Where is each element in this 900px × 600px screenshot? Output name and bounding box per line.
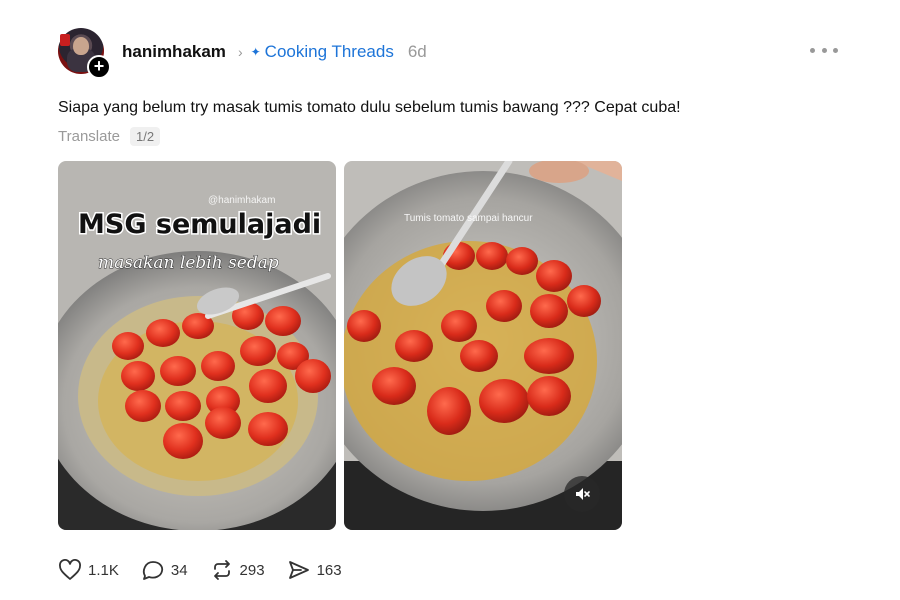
send-icon [288, 561, 309, 579]
media-item-1[interactable]: @hanimhakam MSG semulajadi masakan lebih… [58, 161, 336, 530]
repost-button[interactable]: 293 [210, 559, 265, 581]
follow-plus-icon[interactable]: + [87, 55, 111, 79]
username[interactable]: hanimhakam [122, 42, 226, 62]
like-button[interactable]: 1.1K [58, 559, 119, 581]
media-1-image: @hanimhakam MSG semulajadi masakan lebih… [58, 161, 336, 530]
media-1-title: MSG semulajadi [78, 209, 321, 240]
media-1-handle: @hanimhakam [208, 195, 275, 206]
mute-icon[interactable] [564, 476, 600, 512]
community-icon: ✦ [250, 45, 261, 59]
reply-count: 34 [170, 561, 188, 579]
repost-count: 293 [239, 561, 265, 579]
comment-icon [142, 561, 163, 580]
media-1-subtitle: masakan lebih sedap [98, 253, 279, 273]
media-2-caption: Tumis tomato sampai hancur [404, 213, 533, 224]
avatar-decoration [60, 34, 70, 46]
media-2-image: Tumis tomato sampai hancur [344, 161, 622, 530]
thread-post: + hanimhakam › ✦ Cooking Threads 6d Siap… [0, 0, 900, 600]
post-header: hanimhakam › ✦ Cooking Threads 6d [122, 40, 427, 64]
reply-button[interactable]: 34 [141, 559, 188, 581]
chevron-right-icon: › [237, 44, 243, 60]
post-age: 6d [407, 42, 427, 61]
repost-icon [213, 560, 230, 580]
share-button[interactable]: 163 [287, 559, 342, 581]
media-counter: 1/2 [129, 127, 161, 146]
post-meta: Translate 1/2 [58, 127, 161, 146]
heart-icon [59, 559, 81, 580]
post-text: Siapa yang belum try masak tumis tomato … [58, 99, 681, 116]
media-item-2[interactable]: Tumis tomato sampai hancur [344, 161, 622, 530]
translate-button[interactable]: Translate [58, 128, 120, 145]
avatar-face [73, 37, 89, 55]
share-count: 163 [316, 561, 342, 579]
community-link[interactable]: Cooking Threads [265, 42, 394, 62]
action-bar: 1.1K 34 293 163 [58, 556, 364, 584]
more-icon[interactable] [810, 44, 838, 56]
like-count: 1.1K [88, 561, 119, 579]
